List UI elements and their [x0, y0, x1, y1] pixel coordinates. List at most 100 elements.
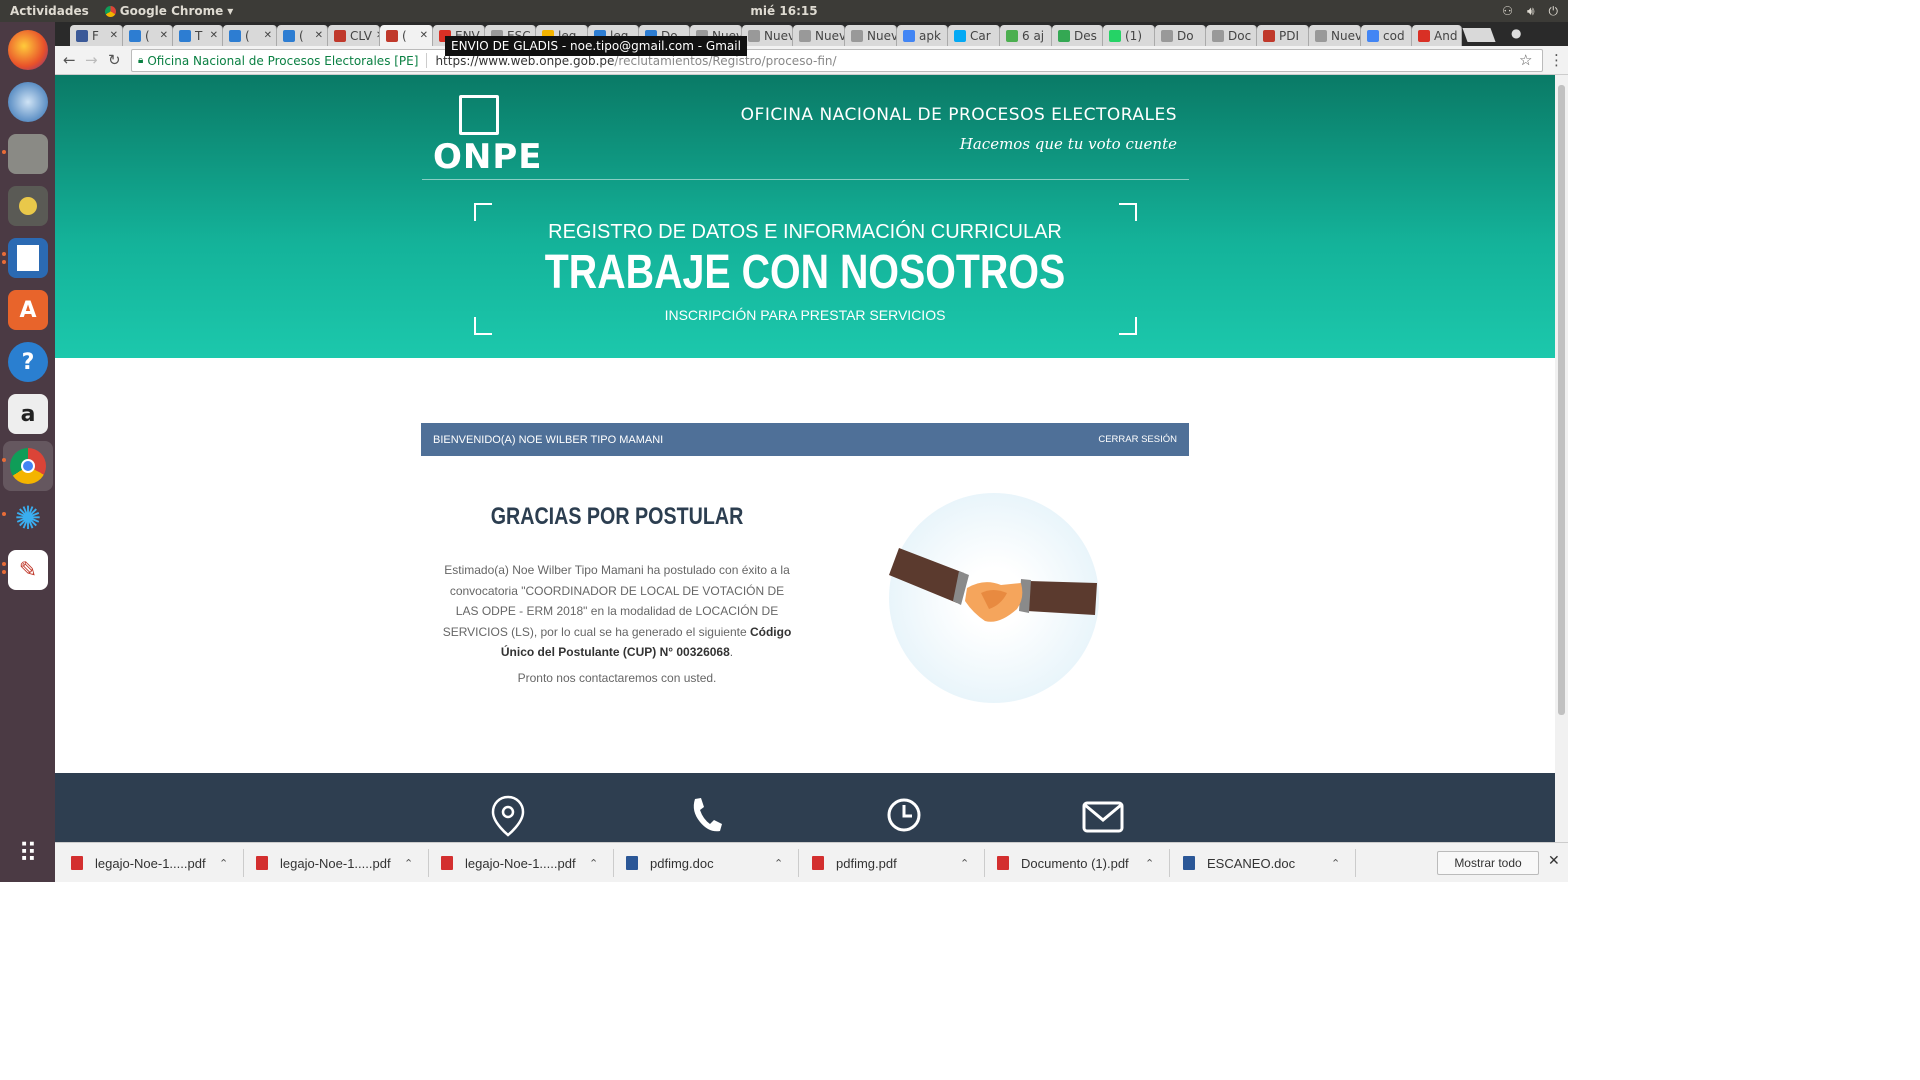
browser-tab[interactable]: Nueva	[793, 25, 845, 46]
back-icon[interactable]: ←	[63, 51, 76, 69]
browser-tab[interactable]: Nueva	[742, 25, 793, 46]
chrome-launcher-icon[interactable]	[3, 441, 53, 491]
download-filename: legajo-Noe-1.....pdf	[465, 855, 576, 871]
browser-tab[interactable]: Doc	[1206, 25, 1257, 46]
network-icon[interactable]: ⚇	[1502, 4, 1513, 19]
tab-close-icon[interactable]: ✕	[264, 30, 272, 41]
chevron-up-icon[interactable]: ⌃	[1331, 857, 1340, 870]
browser-tab[interactable]: (✕	[123, 25, 173, 46]
tab-label: cod	[1383, 28, 1405, 43]
favicon-icon	[334, 29, 346, 42]
system-tray[interactable]: ⚇ 🔊︎ ⏻	[1502, 4, 1558, 19]
download-item[interactable]: pdfimg.pdf ⌃	[812, 843, 992, 883]
pdf-file-icon	[256, 856, 268, 870]
download-item[interactable]: ESCANEO.doc ⌃	[1183, 843, 1363, 883]
pdf-file-icon	[997, 856, 1009, 870]
tab-label: F	[92, 28, 99, 43]
browser-tab[interactable]: (1)	[1103, 25, 1155, 46]
splash-icon[interactable]: ✺	[8, 498, 48, 538]
tab-label: Doc	[1228, 28, 1252, 43]
onpe-logo[interactable]: ONPE	[433, 95, 543, 177]
download-separator	[428, 849, 429, 877]
reload-icon[interactable]: ↻	[108, 51, 121, 69]
handshake-icon	[889, 548, 1097, 622]
address-bar[interactable]: 🔒︎ Oficina Nacional de Procesos Electora…	[131, 49, 1543, 72]
clock[interactable]: mié 16:15	[750, 4, 817, 18]
app-menu[interactable]: Google Chrome ▾	[104, 4, 233, 18]
browser-tab[interactable]: PDI	[1257, 25, 1309, 46]
software-center-icon[interactable]: A	[8, 290, 48, 330]
tab-close-icon[interactable]: ✕	[420, 30, 428, 41]
browser-tab[interactable]: CLV✕	[328, 25, 380, 46]
bookmark-star-icon[interactable]: ☆	[1519, 51, 1532, 69]
frame-corner	[1119, 203, 1137, 221]
forward-icon[interactable]: →	[85, 51, 98, 69]
download-item[interactable]: legajo-Noe-1.....pdf ⌃	[71, 843, 251, 883]
download-filename: Documento (1).pdf	[1021, 855, 1129, 871]
browser-tab[interactable]: Nueva	[845, 25, 897, 46]
amazon-icon[interactable]: a	[8, 394, 48, 434]
browser-tab[interactable]: 6 aj	[1000, 25, 1052, 46]
browser-tab[interactable]: (✕	[277, 25, 328, 46]
logout-link[interactable]: CERRAR SESIÓN	[1098, 434, 1177, 445]
profile-icon[interactable]: ●	[1511, 26, 1521, 40]
chevron-up-icon[interactable]: ⌃	[219, 857, 228, 870]
lock-icon: 🔒︎	[138, 55, 144, 66]
browser-tab[interactable]: cod	[1361, 25, 1412, 46]
chevron-up-icon[interactable]: ⌃	[774, 857, 783, 870]
files-icon[interactable]	[8, 134, 48, 174]
browser-tab[interactable]: Car	[948, 25, 1000, 46]
favicon-icon	[1058, 29, 1070, 42]
browser-tab[interactable]: Do	[1155, 25, 1206, 46]
tab-close-icon[interactable]: ✕	[160, 30, 168, 41]
browser-tab[interactable]: F ✕	[70, 25, 123, 46]
tab-label: Nueva	[764, 28, 792, 43]
chevron-up-icon[interactable]: ⌃	[589, 857, 598, 870]
browser-tab[interactable]: T ✕	[173, 25, 223, 46]
page-scrollbar[interactable]	[1555, 75, 1568, 842]
browser-tab[interactable]: apk	[897, 25, 948, 46]
menu-icon[interactable]: ⋮	[1549, 51, 1564, 69]
close-icon[interactable]: ✕	[1548, 853, 1560, 869]
help-icon[interactable]: ?	[8, 342, 48, 382]
volume-icon[interactable]: 🔊︎	[1527, 4, 1535, 19]
location-pin-icon	[491, 795, 525, 841]
browser-tab[interactable]: And	[1412, 25, 1462, 46]
document-viewer-icon[interactable]: ✎	[8, 550, 48, 590]
download-item[interactable]: Documento (1).pdf ⌃	[997, 843, 1177, 883]
show-all-downloads-button[interactable]: Mostrar todo	[1437, 851, 1539, 875]
tab-label: T	[195, 28, 203, 43]
tab-close-icon[interactable]: ✕	[110, 30, 118, 41]
browser-tab[interactable]: (✕	[223, 25, 277, 46]
tab-label: (1)	[1125, 28, 1142, 43]
download-item[interactable]: legajo-Noe-1.....pdf ⌃	[256, 843, 436, 883]
tab-close-icon[interactable]: ✕	[210, 30, 218, 41]
doc-file-icon	[626, 856, 638, 870]
activities-button[interactable]: Actividades	[10, 4, 89, 18]
rhythmbox-icon[interactable]	[8, 186, 48, 226]
apps-grid-icon[interactable]: ⠿	[8, 834, 48, 874]
browser-tab[interactable]: Des	[1052, 25, 1103, 46]
thunderbird-icon[interactable]	[8, 82, 48, 122]
power-icon[interactable]: ⏻	[1549, 4, 1559, 19]
download-item[interactable]: legajo-Noe-1.....pdf ⌃	[441, 843, 621, 883]
browser-tab[interactable]: Nueva	[1309, 25, 1361, 46]
download-separator	[984, 849, 985, 877]
scrollbar-thumb[interactable]	[1558, 85, 1565, 715]
chevron-up-icon[interactable]: ⌃	[404, 857, 413, 870]
download-item[interactable]: pdfimg.doc ⌃	[626, 843, 806, 883]
download-separator	[1355, 849, 1356, 877]
firefox-icon[interactable]	[8, 30, 48, 70]
secure-indicator[interactable]: 🔒︎ Oficina Nacional de Procesos Electora…	[138, 54, 418, 68]
browser-tab[interactable]: (✕	[380, 25, 433, 46]
page-title: TRABAJE CON NOSOTROS	[544, 246, 1066, 299]
writer-icon[interactable]	[8, 238, 48, 278]
hero-subtitle: INSCRIPCIÓN PARA PRESTAR SERVICIOS	[664, 307, 946, 323]
tab-label: (	[402, 28, 407, 43]
chevron-up-icon[interactable]: ⌃	[960, 857, 969, 870]
favicon-icon	[954, 29, 966, 42]
new-tab-button[interactable]	[1462, 28, 1496, 42]
chevron-up-icon[interactable]: ⌃	[1145, 857, 1154, 870]
favicon-icon	[748, 29, 760, 42]
tab-close-icon[interactable]: ✕	[315, 30, 323, 41]
